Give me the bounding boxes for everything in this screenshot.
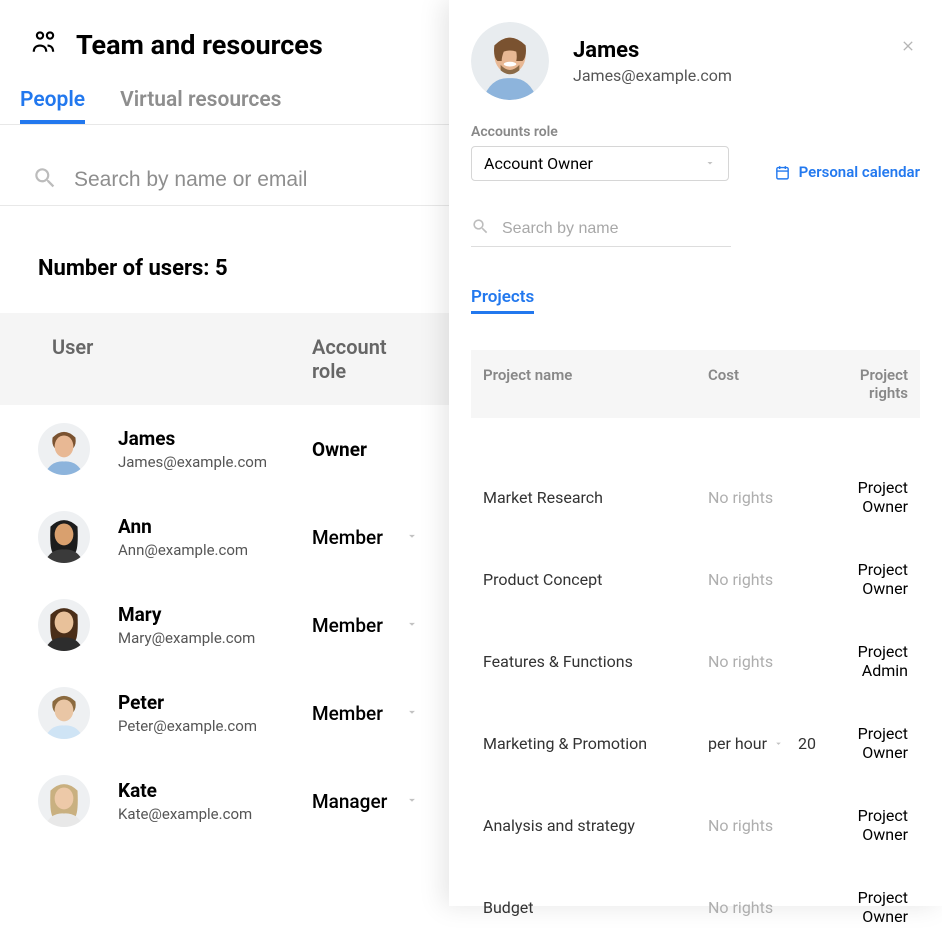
chevron-down-icon[interactable]: [405, 704, 419, 723]
project-list: Market Research No rights Project Owner …: [471, 456, 920, 948]
chevron-down-icon: [704, 154, 716, 173]
user-email: Mary@example.com: [118, 629, 255, 647]
tab-people[interactable]: People: [20, 80, 85, 124]
avatar: [38, 511, 90, 563]
table-row[interactable]: Peter Peter@example.com Member: [0, 669, 449, 757]
project-name: Marketing & Promotion: [483, 734, 708, 753]
user-email: Ann@example.com: [118, 541, 248, 559]
project-cost[interactable]: No rights: [708, 816, 828, 835]
table-row[interactable]: Budget No rights Project Owner: [471, 866, 920, 948]
project-name: Analysis and strategy: [483, 816, 708, 835]
user-email: Kate@example.com: [118, 805, 252, 823]
project-cost[interactable]: No rights: [708, 652, 828, 671]
table-row[interactable]: Product Concept No rights Project Owner: [471, 538, 920, 620]
project-cost[interactable]: No rights: [708, 488, 828, 507]
project-rights[interactable]: Project Admin: [828, 642, 908, 680]
project-table-header: Project name Cost Project rights: [471, 350, 920, 418]
tab-projects[interactable]: Projects: [471, 287, 534, 314]
role-text: Member: [312, 614, 383, 637]
column-header-rights: Project rights: [828, 366, 908, 402]
project-rights[interactable]: Project Owner: [828, 478, 908, 516]
table-row[interactable]: Market Research No rights Project Owner: [471, 456, 920, 538]
avatar: [38, 599, 90, 651]
chevron-down-icon[interactable]: [405, 792, 419, 811]
user-count: Number of users: 5: [0, 256, 449, 313]
project-cost[interactable]: No rights: [708, 898, 828, 917]
project-rights[interactable]: Project Owner: [828, 560, 908, 598]
drawer-search[interactable]: [471, 217, 731, 247]
page-title: Team and resources: [76, 29, 323, 61]
accounts-role-value: Account Owner: [484, 154, 593, 173]
personal-calendar-label: Personal calendar: [799, 163, 920, 181]
user-name: Mary: [118, 603, 255, 626]
table-header: User Account role: [0, 313, 449, 405]
user-detail-drawer: James James@example.com Accounts role Ac…: [449, 0, 942, 906]
drawer-header: James James@example.com: [471, 22, 920, 100]
table-row[interactable]: Features & Functions No rights Project A…: [471, 620, 920, 702]
table-row[interactable]: James James@example.com Owner: [0, 405, 449, 493]
header: Team and resources: [0, 20, 449, 80]
user-email: Peter@example.com: [118, 717, 257, 735]
accounts-role-select[interactable]: Account Owner: [471, 146, 729, 181]
table-row[interactable]: Analysis and strategy No rights Project …: [471, 784, 920, 866]
chevron-down-icon: [773, 734, 784, 753]
avatar: [38, 687, 90, 739]
project-name: Features & Functions: [483, 652, 708, 671]
role-text: Member: [312, 702, 383, 725]
project-name: Market Research: [483, 488, 708, 507]
table-row[interactable]: Marketing & Promotion per hour 20 Projec…: [471, 702, 920, 784]
project-rights[interactable]: Project Owner: [828, 888, 908, 926]
close-button[interactable]: [900, 38, 916, 58]
chevron-down-icon[interactable]: [405, 528, 419, 547]
user-list: James James@example.com Owner Ann Ann@ex…: [0, 405, 449, 845]
search-bar[interactable]: [0, 125, 449, 206]
search-icon: [32, 165, 58, 195]
search-input[interactable]: [74, 168, 429, 192]
project-rights[interactable]: Project Owner: [828, 806, 908, 844]
user-name: James: [118, 427, 267, 450]
user-email: James@example.com: [118, 453, 267, 471]
avatar: [38, 423, 90, 475]
people-icon: [30, 28, 60, 62]
table-row[interactable]: Mary Mary@example.com Member: [0, 581, 449, 669]
accounts-role-row: Accounts role Account Owner Personal cal…: [471, 124, 920, 181]
accounts-role-label: Accounts role: [471, 124, 729, 140]
drawer-user-name: James: [573, 38, 732, 63]
drawer-search-input[interactable]: [502, 220, 731, 238]
chevron-down-icon[interactable]: [405, 616, 419, 635]
personal-calendar-link[interactable]: Personal calendar: [774, 163, 920, 181]
user-name: Kate: [118, 779, 252, 802]
team-resources-panel: Team and resources People Virtual resour…: [0, 0, 449, 906]
role-text: Manager: [312, 790, 387, 813]
column-header-role: Account role: [312, 335, 419, 383]
project-cost[interactable]: No rights: [708, 570, 828, 589]
avatar: [471, 22, 549, 100]
search-icon: [471, 217, 490, 240]
avatar: [38, 775, 90, 827]
table-row[interactable]: Kate Kate@example.com Manager: [0, 757, 449, 845]
tab-virtual-resources[interactable]: Virtual resources: [120, 80, 281, 124]
project-cost[interactable]: per hour 20: [708, 734, 828, 753]
role-text: Owner: [312, 438, 367, 461]
table-row[interactable]: Ann Ann@example.com Member: [0, 493, 449, 581]
user-name: Ann: [118, 515, 248, 538]
project-name: Product Concept: [483, 570, 708, 589]
project-rights[interactable]: Project Owner: [828, 724, 908, 762]
column-header-user: User: [52, 335, 312, 383]
user-name: Peter: [118, 691, 257, 714]
project-name: Budget: [483, 898, 708, 917]
column-header-project-name: Project name: [483, 366, 708, 402]
role-text: Member: [312, 526, 383, 549]
column-header-cost: Cost: [708, 366, 828, 402]
drawer-user-email: James@example.com: [573, 66, 732, 85]
tabs: People Virtual resources: [0, 80, 449, 125]
